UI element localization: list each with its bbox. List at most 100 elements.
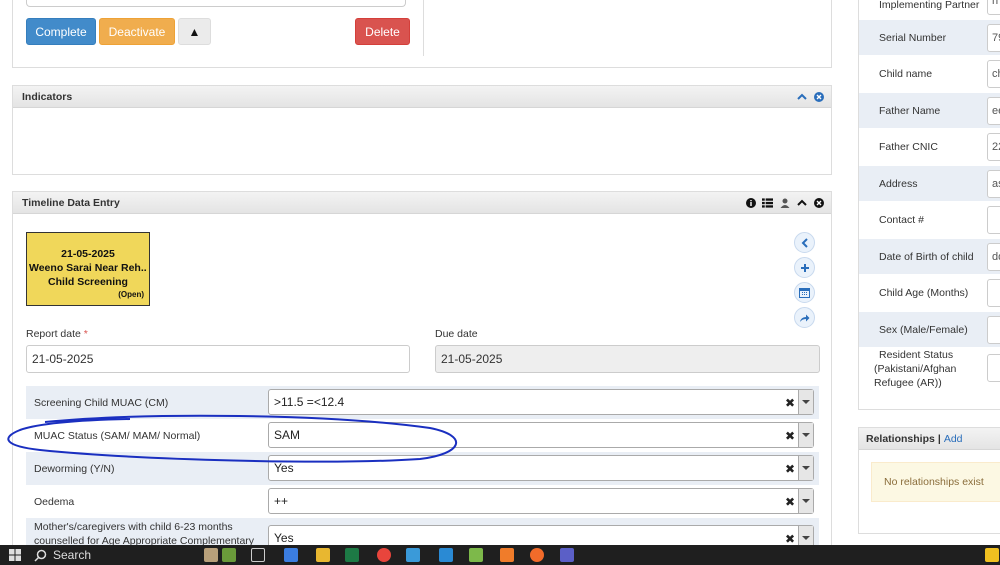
info-icon[interactable] (745, 197, 756, 208)
close-circle-icon[interactable] (813, 91, 824, 102)
profile-label: Contact # (879, 214, 924, 226)
schedule-event-button[interactable] (794, 282, 815, 303)
clear-icon[interactable]: ✖ (785, 462, 795, 476)
dropdown-arrow-icon[interactable] (798, 489, 813, 513)
profile-value[interactable]: ch (987, 60, 1000, 88)
task-view-icon[interactable] (251, 548, 265, 562)
refer-event-button[interactable] (794, 307, 815, 328)
collapse-chevron-up-icon[interactable] (796, 91, 807, 102)
windows-start-icon[interactable] (9, 549, 21, 561)
taskbar-search[interactable]: Search (34, 546, 194, 564)
chrome-icon[interactable] (377, 548, 391, 562)
user-icon[interactable] (779, 197, 790, 208)
vscode-icon[interactable] (439, 548, 453, 562)
profile-row: Child name ch (859, 56, 1000, 92)
page-root: Complete Deactivate ▲ Delete Indicators … (0, 0, 1000, 565)
clear-icon[interactable]: ✖ (785, 532, 795, 546)
profile-label: Resident Status (879, 349, 954, 361)
no-relationships-message: No relationships exist (871, 462, 1000, 502)
relationships-widget: Relationships | Add No relationships exi… (858, 427, 1000, 534)
indicators-header: Indicators (13, 86, 831, 108)
data-row-label: Mother's/caregivers with child 6-23 mont… (34, 521, 233, 533)
profile-label: Sex (Male/Female) (879, 324, 968, 336)
profile-value[interactable] (987, 354, 1000, 382)
dropdown-arrow-icon[interactable] (798, 390, 813, 414)
copilot-icon[interactable] (284, 548, 298, 562)
required-marker: * (83, 328, 88, 340)
profile-label: (Pakistani/Afghan (874, 363, 957, 375)
profile-label: Implementing Partner (879, 0, 980, 11)
top-input-field[interactable] (26, 0, 406, 7)
profile-row: Resident Status (Pakistani/Afghan Refuge… (859, 348, 1000, 396)
profile-row: Date of Birth of child dd (859, 239, 1000, 275)
profile-value[interactable]: as (987, 170, 1000, 198)
relationships-header: Relationships | Add (859, 428, 1000, 450)
profile-row: Address as (859, 166, 1000, 202)
search-placeholder: Search (53, 548, 92, 562)
deactivate-button[interactable]: Deactivate (99, 18, 175, 45)
indicators-widget: Indicators (12, 85, 832, 175)
profile-row: Child Age (Months) (859, 275, 1000, 311)
due-date-input: 21-05-2025 (435, 345, 820, 373)
timeline-title: Timeline Data Entry (22, 196, 120, 209)
xampp-icon[interactable] (500, 548, 514, 562)
report-date-input[interactable]: 21-05-2025 (26, 345, 410, 373)
profile-value[interactable]: 79 (987, 24, 1000, 52)
select-value: Yes (274, 531, 294, 545)
notification-icon[interactable] (985, 548, 999, 562)
chevron-left-icon (801, 237, 808, 248)
taskbar: Search (0, 545, 1000, 565)
oedema-select[interactable]: ++ ✖ (268, 488, 814, 514)
postman-icon[interactable] (530, 548, 544, 562)
teams-icon[interactable] (560, 548, 574, 562)
profile-value[interactable] (987, 206, 1000, 234)
app-icon[interactable] (406, 548, 420, 562)
complete-button[interactable]: Complete (26, 18, 96, 45)
back-button[interactable] (794, 232, 815, 253)
profile-row: Father CNIC 22 (859, 129, 1000, 165)
share-arrow-icon (800, 314, 810, 322)
panel-divider (423, 0, 424, 56)
clear-icon[interactable]: ✖ (785, 495, 795, 509)
profile-label: Child Age (Months) (879, 287, 969, 299)
file-explorer-icon[interactable] (316, 548, 330, 562)
profile-value[interactable] (987, 316, 1000, 344)
add-event-button[interactable] (794, 257, 815, 278)
search-icon (34, 549, 47, 562)
close-circle-icon[interactable] (813, 197, 824, 208)
delete-button[interactable]: Delete (355, 18, 410, 45)
event-status: (Open) (118, 290, 144, 299)
profile-value[interactable]: ee (987, 97, 1000, 125)
profile-row: Serial Number 79 (859, 20, 1000, 56)
collapse-chevron-up-icon[interactable] (796, 197, 807, 208)
excel-icon[interactable] (345, 548, 359, 562)
plant-icon[interactable] (222, 548, 236, 562)
due-date-label: Due date (435, 328, 478, 340)
profile-value[interactable]: 22 (987, 133, 1000, 161)
event-org-unit: Weeno Sarai Near Reh... (29, 262, 147, 274)
profile-value[interactable]: dd (987, 243, 1000, 271)
annotation-ellipse (7, 414, 458, 463)
profile-label: Date of Birth of child (879, 251, 974, 263)
data-row-label: Screening Child MUAC (CM) (34, 397, 169, 409)
profile-row: Sex (Male/Female) (859, 312, 1000, 348)
clear-icon[interactable]: ✖ (785, 396, 795, 410)
dropdown-arrow-icon[interactable] (798, 423, 813, 447)
plus-icon (800, 263, 809, 272)
list-view-icon[interactable] (762, 197, 773, 208)
profile-value[interactable] (987, 279, 1000, 307)
profile-label: Father CNIC (879, 141, 938, 153)
enrollment-actions-panel: Complete Deactivate ▲ Delete (12, 0, 832, 68)
profile-value[interactable]: h (987, 0, 1000, 15)
event-card[interactable]: 21-05-2025 Weeno Sarai Near Reh... Child… (26, 232, 150, 306)
dropdown-arrow-icon[interactable] (798, 456, 813, 480)
warning-icon: ▲ (188, 24, 201, 39)
notepad-icon[interactable] (469, 548, 483, 562)
event-stage: Child Screening (48, 276, 128, 288)
report-date-label: Report date * (26, 328, 88, 340)
add-relationship-link[interactable]: Add (944, 433, 963, 445)
clear-icon[interactable]: ✖ (785, 429, 795, 443)
widgets-icon[interactable] (204, 548, 218, 562)
warning-button[interactable]: ▲ (178, 18, 211, 45)
event-date: 21-05-2025 (61, 248, 115, 260)
